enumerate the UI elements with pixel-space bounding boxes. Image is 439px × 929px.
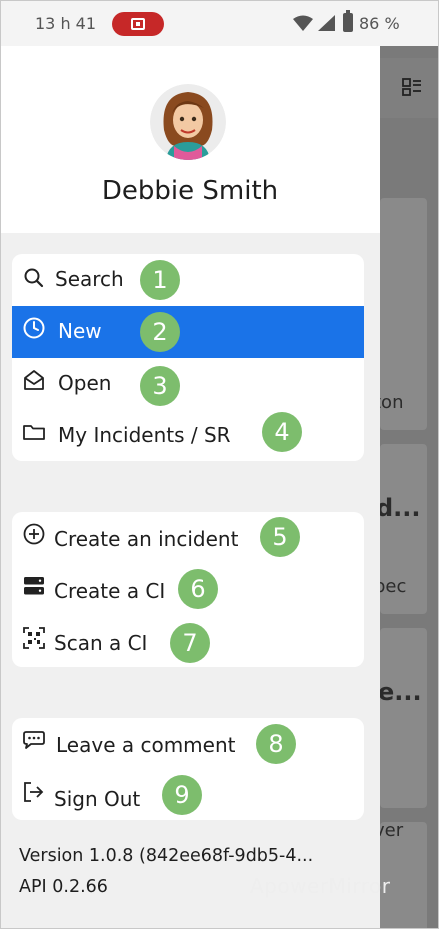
nav-item-sign-out[interactable]: Sign Out 9: [12, 770, 364, 822]
status-time: 13 h 41: [35, 14, 97, 33]
nav-group-main: Search 1 New 2 Open 3 My Incidents / SR …: [12, 254, 364, 461]
nav-item-my-incidents[interactable]: My Incidents / SR 4: [12, 410, 364, 462]
nav-item-label: New: [58, 319, 102, 343]
nav-item-leave-comment[interactable]: Leave a comment 8: [12, 718, 364, 770]
user-avatar[interactable]: [150, 84, 226, 160]
nav-group-create: Create an incident 5 Create a CI 6 Scan …: [12, 512, 364, 667]
step-badge: 8: [256, 724, 296, 764]
background-text: ton: [380, 392, 404, 413]
background-app: ton d... pec e... ver: [380, 46, 439, 929]
battery-percent: 86 %: [359, 14, 400, 33]
battery-icon: [343, 10, 353, 32]
background-text: d...: [380, 494, 421, 522]
nav-item-label: Scan a CI: [54, 631, 148, 655]
step-badge: 4: [262, 412, 302, 452]
watermark: ApowerMirror: [250, 874, 391, 898]
nav-item-label: Create a CI: [54, 579, 166, 603]
plus-circle-icon: [23, 523, 45, 545]
background-text: ver: [380, 820, 404, 841]
user-name: Debbie Smith: [101, 176, 279, 206]
signal-icon: [318, 15, 335, 31]
screen-cast-icon: [112, 12, 164, 36]
nav-item-label: My Incidents / SR: [58, 423, 231, 447]
version-text: Version 1.0.8 (842ee68f-9db5-4...: [19, 846, 314, 866]
comment-icon: [23, 731, 45, 749]
background-text: pec: [380, 576, 407, 597]
nav-item-new[interactable]: New 2: [12, 306, 364, 358]
step-badge: 1: [140, 260, 180, 300]
server-icon: [24, 577, 44, 595]
nav-item-label: Create an incident: [54, 527, 239, 551]
clock-icon: [23, 317, 45, 339]
drawer-header: Debbie Smith: [0, 46, 380, 233]
qr-code-icon: [23, 627, 45, 649]
nav-item-create-incident[interactable]: Create an incident 5: [12, 512, 364, 564]
wifi-icon: [293, 15, 313, 31]
background-card: [380, 628, 427, 808]
step-badge: 3: [140, 366, 180, 406]
nav-item-scan-ci[interactable]: Scan a CI 7: [12, 616, 364, 668]
navigation-drawer: Debbie Smith Search 1 New 2 Open 3 My In…: [0, 46, 380, 929]
folder-icon: [23, 425, 45, 440]
search-icon: [24, 268, 44, 288]
nav-item-search[interactable]: Search 1: [12, 254, 364, 306]
step-badge: 9: [162, 775, 202, 815]
nav-item-label: Leave a comment: [56, 733, 236, 757]
nav-item-label: Search: [55, 267, 124, 291]
status-bar: 13 h 41 86 %: [0, 0, 439, 46]
nav-group-account: Leave a comment 8 Sign Out 9: [12, 718, 364, 820]
step-badge: 2: [140, 312, 180, 352]
background-text: e...: [380, 678, 422, 706]
nav-item-label: Open: [58, 371, 112, 395]
step-badge: 5: [260, 517, 300, 557]
list-view-icon[interactable]: [402, 78, 422, 96]
nav-item-open[interactable]: Open 3: [12, 358, 364, 410]
envelope-open-icon: [24, 370, 44, 390]
api-version-text: API 0.2.66: [19, 877, 108, 897]
nav-item-create-ci[interactable]: Create a CI 6: [12, 564, 364, 616]
step-badge: 6: [178, 569, 218, 609]
nav-item-label: Sign Out: [54, 787, 141, 811]
step-badge: 7: [170, 623, 210, 663]
sign-out-icon: [24, 782, 44, 802]
